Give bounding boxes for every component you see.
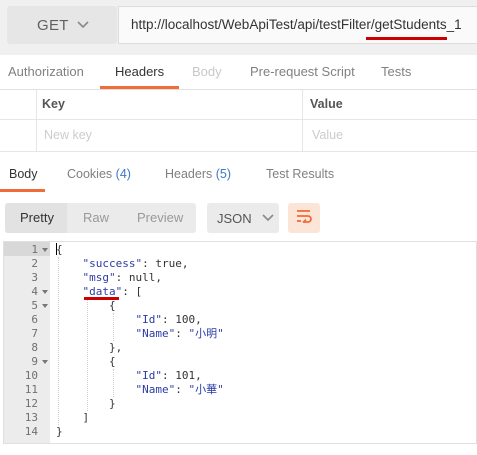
format-label: JSON xyxy=(217,210,252,226)
key-column-header: Key xyxy=(42,97,65,111)
wrap-lines-button[interactable] xyxy=(288,203,320,233)
format-dropdown[interactable]: JSON xyxy=(207,203,279,233)
url-highlight-underline xyxy=(366,37,447,40)
raw-button[interactable]: Raw xyxy=(83,210,109,225)
value-column-header: Value xyxy=(310,97,343,111)
code-line: "success": true, xyxy=(82,257,189,270)
section-divider xyxy=(0,151,477,152)
code-line: ] xyxy=(56,411,90,424)
tab-response-headers[interactable]: Headers (5) xyxy=(165,167,231,181)
line-number: 4 xyxy=(31,285,38,298)
new-key-input[interactable]: New key xyxy=(44,128,92,142)
headers-count: (5) xyxy=(215,167,232,181)
code-line: "msg": null, xyxy=(82,271,162,284)
table-divider xyxy=(36,90,37,151)
line-number: 1 xyxy=(31,243,38,256)
line-number: 9 xyxy=(31,355,38,368)
code-line: { xyxy=(56,299,116,312)
line-number: 2 xyxy=(31,257,38,270)
tab-tests[interactable]: Tests xyxy=(381,64,411,79)
fold-toggle-icon[interactable] xyxy=(42,243,48,257)
code-line: }, xyxy=(56,341,123,354)
table-divider xyxy=(302,90,303,151)
tab-body-request[interactable]: Body xyxy=(192,64,222,79)
code-line: } xyxy=(56,425,63,438)
tab-cookies[interactable]: Cookies (4) xyxy=(67,167,131,181)
line-number: 5 xyxy=(31,299,38,312)
chevron-down-icon xyxy=(77,21,89,29)
tab-test-results[interactable]: Test Results xyxy=(266,167,334,181)
line-number: 6 xyxy=(31,313,38,326)
headers-table xyxy=(0,89,477,152)
line-number: 11 xyxy=(24,383,38,396)
line-number: 14 xyxy=(24,425,38,438)
tab-headers-label: Headers xyxy=(165,167,213,181)
url-text: http://localhost/WebApiTest/api/testFilt… xyxy=(131,17,462,32)
tab-pre-request-script[interactable]: Pre-request Script xyxy=(250,64,355,79)
line-number: 12 xyxy=(24,397,38,410)
tab-headers[interactable]: Headers xyxy=(115,64,164,79)
tab-cookies-label: Cookies xyxy=(67,167,113,181)
new-value-input[interactable]: Value xyxy=(312,128,343,142)
code-line: "Id": 100, xyxy=(135,313,202,326)
tab-response-body[interactable]: Body xyxy=(9,167,38,181)
line-number: 10 xyxy=(24,369,38,382)
line-number: 8 xyxy=(31,341,38,354)
line-number: 7 xyxy=(31,327,38,340)
fold-toggle-icon[interactable] xyxy=(42,355,48,369)
cookies-count: (4) xyxy=(115,167,131,181)
active-tab-indicator xyxy=(0,189,45,192)
method-dropdown[interactable]: GET xyxy=(7,6,117,44)
code-line: } xyxy=(56,397,116,410)
pretty-label: Pretty xyxy=(20,210,54,225)
method-label: GET xyxy=(37,16,69,34)
code-line: "Name": "小華" xyxy=(135,383,224,396)
fold-toggle-icon[interactable] xyxy=(42,299,48,313)
code-line: "Id": 101, xyxy=(135,369,202,382)
preview-button[interactable]: Preview xyxy=(137,210,183,225)
line-number: 3 xyxy=(31,271,38,284)
tab-authorization[interactable]: Authorization xyxy=(8,64,84,79)
data-key-highlight-underline xyxy=(84,297,119,300)
table-divider xyxy=(0,119,477,120)
line-number: 13 xyxy=(24,411,38,424)
code-line: "Name": "小明" xyxy=(135,327,224,340)
chevron-down-icon xyxy=(262,214,274,222)
code-line: { xyxy=(56,355,116,368)
fold-toggle-icon[interactable] xyxy=(42,285,48,299)
code-line: { xyxy=(56,243,63,256)
wrap-lines-icon xyxy=(295,209,313,228)
